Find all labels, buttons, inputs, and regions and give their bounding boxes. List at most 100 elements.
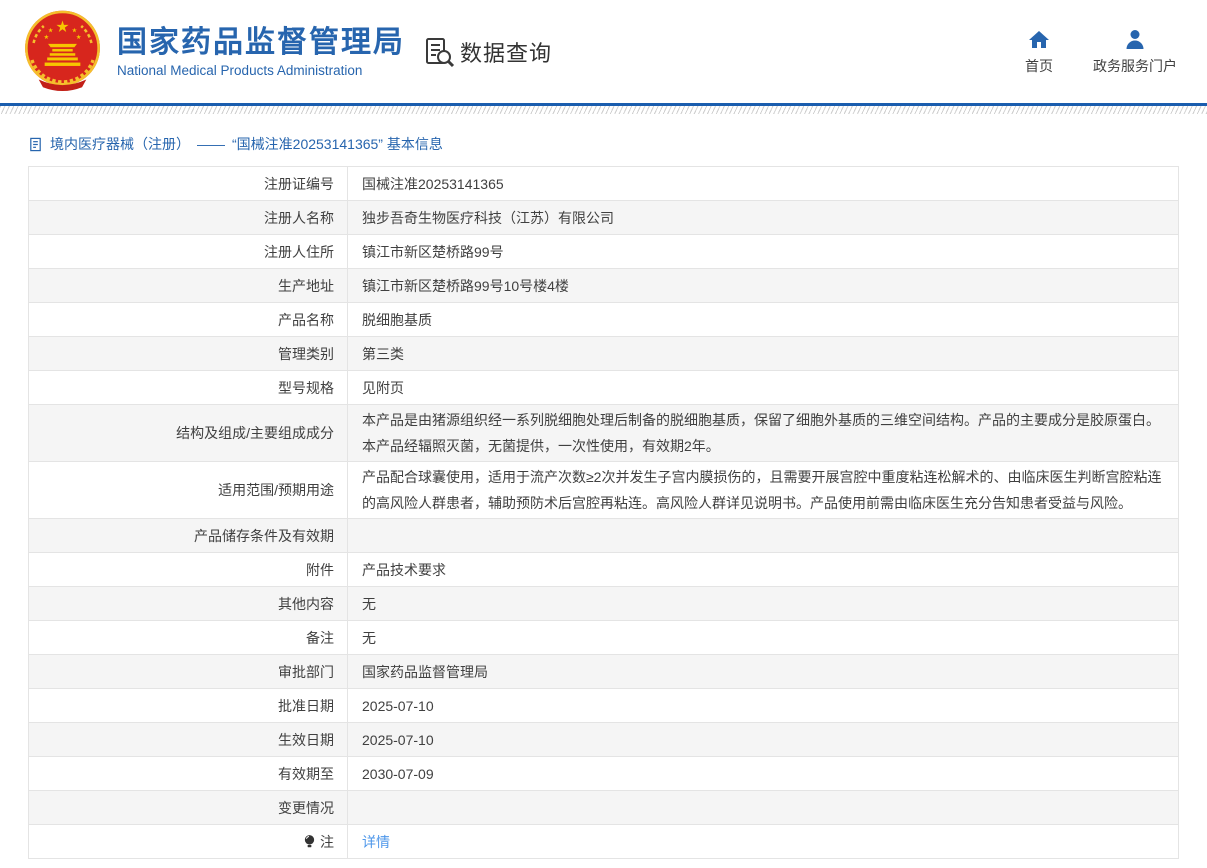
row-value: 本产品是由猪源组织经一系列脱细胞处理后制备的脱细胞基质，保留了细胞外基质的三维空… <box>348 405 1178 461</box>
row-label-text: 适用范围/预期用途 <box>218 477 334 503</box>
row-label: 产品储存条件及有效期 <box>29 519 348 552</box>
header-divider-hatch <box>0 106 1207 114</box>
breadcrumb-category-link[interactable]: 境内医疗器械（注册） <box>50 134 190 154</box>
row-value-text: 产品配合球囊使用，适用于流产次数≥2次并发生子宫内膜损伤的，且需要开展宫腔中重度… <box>362 464 1164 516</box>
brand-text: 国家药品监督管理局 National Medical Products Admi… <box>117 26 405 78</box>
row-value-text: 产品技术要求 <box>362 557 446 583</box>
row-value: 2025-07-10 <box>348 689 1178 722</box>
table-row: 其他内容 无 <box>29 587 1178 621</box>
table-row: 生效日期 2025-07-10 <box>29 723 1178 757</box>
row-value-text: 第三类 <box>362 341 404 367</box>
row-label-text: 产品名称 <box>278 307 334 333</box>
row-label-text: 注册人住所 <box>264 239 334 265</box>
row-value <box>348 791 1178 824</box>
nav-item-label: 首页 <box>1025 56 1053 76</box>
row-label: 有效期至 <box>29 757 348 790</box>
row-value-text: 本产品是由猪源组织经一系列脱细胞处理后制备的脱细胞基质，保留了细胞外基质的三维空… <box>362 407 1164 459</box>
row-label: 适用范围/预期用途 <box>29 462 348 518</box>
row-value: 产品配合球囊使用，适用于流产次数≥2次并发生子宫内膜损伤的，且需要开展宫腔中重度… <box>348 462 1178 518</box>
row-label: 批准日期 <box>29 689 348 722</box>
row-label-text: 管理类别 <box>278 341 334 367</box>
row-value-text: 镇江市新区楚桥路99号10号楼4楼 <box>362 273 569 299</box>
info-table: 注册证编号 国械注准20253141365 注册人名称独步吾奇生物医疗科技（江苏）有… <box>28 166 1179 859</box>
row-value: 镇江市新区楚桥路99号 <box>348 235 1178 268</box>
row-value: 详情 <box>348 825 1178 858</box>
row-label: 管理类别 <box>29 337 348 370</box>
row-value: 无 <box>348 587 1178 620</box>
row-label-text: 其他内容 <box>278 591 334 617</box>
table-row: 批准日期 2025-07-10 <box>29 689 1178 723</box>
table-row: 适用范围/预期用途 产品配合球囊使用，适用于流产次数≥2次并发生子宫内膜损伤的，且… <box>29 462 1178 519</box>
row-value: 2025-07-10 <box>348 723 1178 756</box>
row-value-text: 国家药品监督管理局 <box>362 659 488 685</box>
row-label: 其他内容 <box>29 587 348 620</box>
header-nav: 首页 政务服务门户 <box>1025 28 1177 76</box>
row-label: 型号规格 <box>29 371 348 404</box>
table-row: 型号规格见附页 <box>29 371 1178 405</box>
row-label-text: 审批部门 <box>278 659 334 685</box>
brand-logo-link[interactable]: 国家药品监督管理局 National Medical Products Admi… <box>20 9 405 94</box>
table-row: 注册人名称独步吾奇生物医疗科技（江苏）有限公司 <box>29 201 1178 235</box>
table-row: 生产地址 镇江市新区楚桥路99号10号楼4楼 <box>29 269 1178 303</box>
row-label-text: 注册证编号 <box>264 171 334 197</box>
row-value-text: 2025-07-10 <box>362 727 434 753</box>
nav-item-home[interactable]: 首页 <box>1025 28 1053 76</box>
row-value-text: 2025-07-10 <box>362 693 434 719</box>
row-value: 镇江市新区楚桥路99号10号楼4楼 <box>348 269 1178 302</box>
nmpa-emblem-logo <box>20 9 105 94</box>
table-row: 审批部门 国家药品监督管理局 <box>29 655 1178 689</box>
row-value-text: 无 <box>362 591 376 617</box>
row-label-text: 附件 <box>306 557 334 583</box>
row-value: 见附页 <box>348 371 1178 404</box>
user-icon <box>1123 28 1147 52</box>
row-label: 注 <box>29 825 348 858</box>
row-label: 生效日期 <box>29 723 348 756</box>
detail-link[interactable]: 详情 <box>362 829 390 855</box>
row-value-text: 无 <box>362 625 376 651</box>
breadcrumb-separator: —— <box>197 136 225 152</box>
nav-item-label: 政务服务门户 <box>1093 56 1177 76</box>
main-content: 境内医疗器械（注册） —— “国械注准20253141365” 基本信息 注册证… <box>0 134 1207 859</box>
table-row: 备注 无 <box>29 621 1178 655</box>
site-title-en: National Medical Products Administration <box>117 63 405 78</box>
row-label: 附件 <box>29 553 348 586</box>
bulb-icon <box>303 834 316 849</box>
table-row: 产品名称 脱细胞基质 <box>29 303 1178 337</box>
row-value: 产品技术要求 <box>348 553 1178 586</box>
row-value: 第三类 <box>348 337 1178 370</box>
row-label: 注册证编号 <box>29 167 348 200</box>
row-label: 生产地址 <box>29 269 348 302</box>
table-row: 注册人住所镇江市新区楚桥路99号 <box>29 235 1178 269</box>
row-value: 脱细胞基质 <box>348 303 1178 336</box>
row-label: 注册人名称 <box>29 201 348 234</box>
table-row: 附件 产品技术要求 <box>29 553 1178 587</box>
row-label-text: 产品储存条件及有效期 <box>194 523 334 549</box>
row-label: 结构及组成/主要组成成分 <box>29 405 348 461</box>
row-label-text: 生产地址 <box>278 273 334 299</box>
site-title-cn: 国家药品监督管理局 <box>117 26 405 59</box>
row-label-text: 型号规格 <box>278 375 334 401</box>
row-value: 独步吾奇生物医疗科技（江苏）有限公司 <box>348 201 1178 234</box>
row-label: 注册人住所 <box>29 235 348 268</box>
table-row: 注详情 <box>29 825 1178 859</box>
row-value-text: 脱细胞基质 <box>362 307 432 333</box>
row-label-text: 变更情况 <box>278 795 334 821</box>
row-label-text: 生效日期 <box>278 727 334 753</box>
row-label-text: 结构及组成/主要组成成分 <box>176 420 334 446</box>
row-value-text: 2030-07-09 <box>362 761 434 787</box>
row-value: 国家药品监督管理局 <box>348 655 1178 688</box>
nav-item-portal[interactable]: 政务服务门户 <box>1093 28 1177 76</box>
table-row: 产品储存条件及有效期 <box>29 519 1178 553</box>
table-row: 变更情况 <box>29 791 1178 825</box>
row-value: 2030-07-09 <box>348 757 1178 790</box>
home-icon <box>1027 28 1051 52</box>
row-value-text: 国械注准20253141365 <box>362 171 504 197</box>
row-label-text: 有效期至 <box>278 761 334 787</box>
row-label-text: 备注 <box>306 625 334 651</box>
row-label: 审批部门 <box>29 655 348 688</box>
data-query-link[interactable]: 数据查询 <box>423 36 552 68</box>
row-value <box>348 519 1178 552</box>
table-row: 管理类别 第三类 <box>29 337 1178 371</box>
row-value: 国械注准20253141365 <box>348 167 1178 200</box>
row-value-text: 独步吾奇生物医疗科技（江苏）有限公司 <box>362 205 614 231</box>
